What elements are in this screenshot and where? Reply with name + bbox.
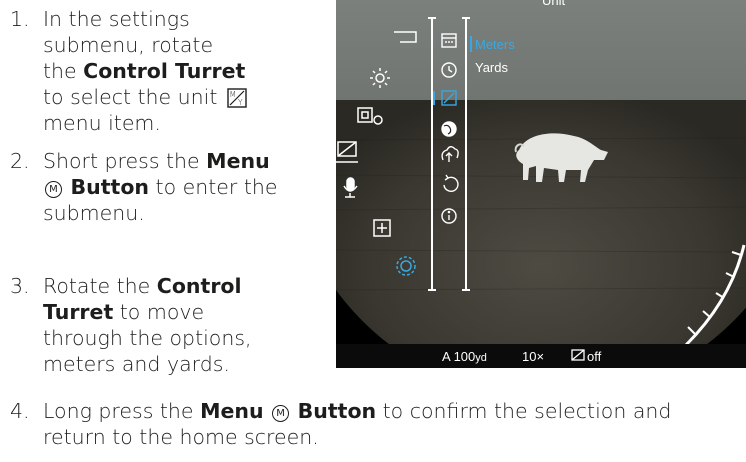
menu-label: Menu xyxy=(200,399,264,423)
step-number: 3. xyxy=(10,274,30,298)
sky xyxy=(336,0,746,110)
control-turret-label: Control Turret xyxy=(83,59,246,83)
device-screen: Unit Meters Yards A 100yd 10× off xyxy=(336,0,746,368)
range-reading: A 100yd xyxy=(442,349,487,364)
option-meters[interactable]: Meters xyxy=(475,37,515,52)
globe-icon xyxy=(441,121,457,137)
option-yards[interactable]: Yards xyxy=(475,60,508,75)
svg-text:M: M xyxy=(229,90,235,99)
step-2: 2. Short press the Menu M Button to ente… xyxy=(10,148,330,228)
step-number: 2. xyxy=(10,149,30,173)
control-label: Control xyxy=(156,274,242,298)
eyepiece-view: Unit Meters Yards A 100yd 10× off xyxy=(336,0,746,368)
zoom-level: 10× xyxy=(522,349,544,364)
svg-text:Y: Y xyxy=(238,98,243,107)
step-4: 4. Long press the Menu M Button to confi… xyxy=(10,398,746,458)
menu-title: Unit xyxy=(542,0,566,8)
menu-label: Menu xyxy=(206,149,270,173)
menu-button-icon: M xyxy=(272,405,290,422)
display-status: off xyxy=(587,349,602,364)
button-label: Button xyxy=(70,175,150,199)
step-3: 3. Rotate the Control Turret to move thr… xyxy=(10,273,330,383)
step-number: 4. xyxy=(10,399,30,423)
button-label: Button xyxy=(297,399,377,423)
step-text: In the settings submenu, rotate the Cont… xyxy=(43,7,247,135)
menu-button-icon: M xyxy=(45,181,62,198)
unit-icon: M Y xyxy=(227,88,247,108)
step-text: Long press the Menu M Button to confirm … xyxy=(43,399,672,449)
step-number: 1. xyxy=(10,7,30,31)
step-1: 1. In the settings submenu, rotate the C… xyxy=(10,6,320,136)
step-text: Short press the Menu M Button to enter t… xyxy=(43,149,278,225)
turret-label: Turret xyxy=(43,300,114,324)
step-text: Rotate the Control Turret to move throug… xyxy=(43,274,252,376)
